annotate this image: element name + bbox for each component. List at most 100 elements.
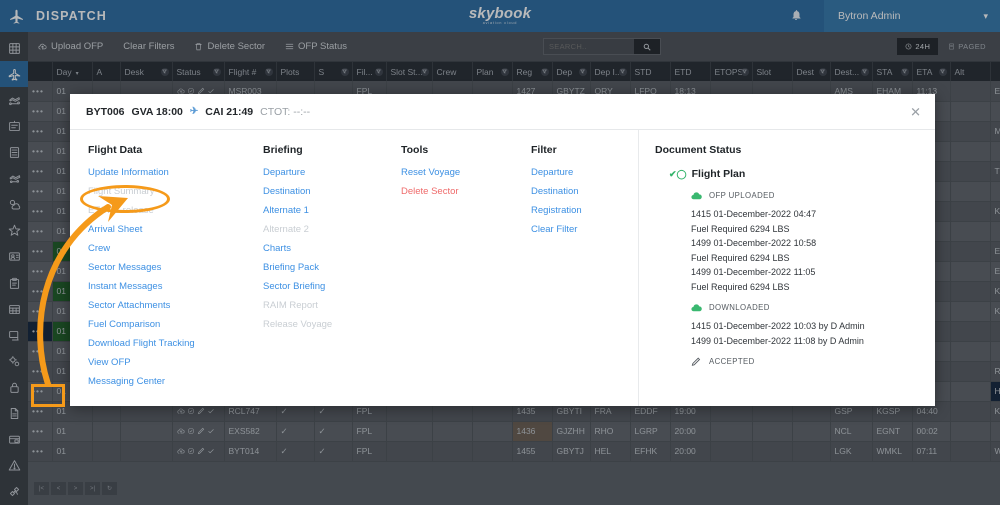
row-context-menu-dots[interactable]: ••• — [28, 321, 53, 342]
pill-24h[interactable]: 24H — [897, 38, 939, 55]
row-context-menu-dots[interactable]: ••• — [28, 201, 53, 222]
modal-link-instant-messages[interactable]: Instant Messages — [88, 281, 162, 292]
bell-icon[interactable] — [790, 9, 802, 24]
modal-link-alternate-1[interactable]: Alternate 1 — [263, 205, 309, 216]
column-header-blank-0[interactable] — [28, 62, 53, 81]
row-context-menu-dots[interactable]: ••• — [28, 281, 53, 302]
column-header-plots[interactable]: Plots — [276, 62, 315, 81]
column-header-dep-i-[interactable]: Dep I... — [590, 62, 631, 81]
left-nav-rail[interactable] — [0, 32, 28, 505]
column-header-dest-[interactable]: Dest... — [830, 62, 873, 81]
modal-link-crew[interactable]: Crew — [88, 243, 110, 254]
table-row[interactable]: ••• 01 BYT014 ✓ ✓ FPL 1455 GBYTJ HEL EFHK 20:00 LGK… — [28, 441, 1000, 462]
rail-item-flight-board[interactable] — [0, 113, 28, 139]
filter-icon[interactable] — [160, 67, 169, 76]
row-context-menu-dots[interactable]: ••• — [28, 141, 53, 162]
column-header-flight-[interactable]: Flight # — [224, 62, 277, 81]
rail-item-flight-plan[interactable] — [0, 166, 28, 192]
pager-button[interactable]: |< — [34, 482, 49, 495]
search-input[interactable] — [544, 39, 634, 54]
row-context-menu-dots[interactable]: ••• — [28, 261, 53, 282]
row-context-menu-dots[interactable]: ••• — [28, 361, 53, 382]
rail-item-archive[interactable] — [0, 427, 28, 453]
pagination-controls[interactable]: |< < > >| ↻ — [34, 482, 117, 495]
modal-link-sector-briefing[interactable]: Sector Briefing — [263, 281, 325, 292]
filter-icon[interactable] — [938, 67, 947, 76]
rail-item-list[interactable] — [0, 139, 28, 165]
filter-icon[interactable] — [374, 67, 383, 76]
row-context-menu-dots[interactable]: ••• — [28, 121, 53, 142]
modal-link-fuel-comparison[interactable]: Fuel Comparison — [88, 319, 160, 330]
filter-icon[interactable] — [540, 67, 549, 76]
column-header-alt[interactable]: Alt — [950, 62, 991, 81]
rail-item-airplane[interactable] — [0, 61, 28, 88]
search-box[interactable] — [543, 38, 661, 55]
modal-link-arrival-sheet[interactable]: Arrival Sheet — [88, 224, 142, 235]
filter-icon[interactable] — [900, 67, 909, 76]
modal-link-clear-filter[interactable]: Clear Filter — [531, 224, 577, 235]
row-context-menu-dots[interactable]: ••• — [28, 241, 53, 262]
toolbar-button-upload-ofp[interactable]: Upload OFP — [28, 32, 113, 62]
close-icon[interactable]: ✕ — [910, 105, 921, 118]
rail-item-grid[interactable] — [0, 35, 28, 61]
filter-icon[interactable] — [212, 67, 221, 76]
pager-button[interactable]: > — [68, 482, 83, 495]
row-context-menu-dots[interactable]: ••• — [28, 381, 53, 402]
column-header-day[interactable]: Day ▾ — [52, 62, 93, 81]
column-header-dest[interactable]: Dest — [792, 62, 831, 81]
modal-link-destination[interactable]: Destination — [263, 186, 311, 197]
filter-icon[interactable] — [818, 67, 827, 76]
pill-paged[interactable]: PAGED — [940, 38, 994, 55]
column-header-dep[interactable]: Dep — [552, 62, 591, 81]
modal-link-reset-voyage[interactable]: Reset Voyage — [401, 167, 460, 178]
row-context-menu-dots[interactable]: ••• — [28, 181, 53, 202]
rail-item-table[interactable] — [0, 296, 28, 322]
row-context-menu-dots[interactable]: ••• — [28, 81, 53, 102]
column-header-eta[interactable]: ETA — [912, 62, 951, 81]
column-header-etd[interactable]: ETD — [670, 62, 711, 81]
column-header-crew[interactable]: Crew — [432, 62, 473, 81]
row-context-menu-dots[interactable]: ••• — [28, 221, 53, 242]
rail-item-id-card[interactable] — [0, 244, 28, 270]
column-header-s[interactable]: S — [314, 62, 353, 81]
rail-item-satellite[interactable] — [0, 479, 28, 505]
column-header-std[interactable]: STD — [630, 62, 671, 81]
rail-item-document[interactable] — [0, 401, 28, 427]
column-header-status[interactable]: Status — [172, 62, 225, 81]
filter-icon[interactable] — [860, 67, 869, 76]
column-header-slot-st-[interactable]: Slot St... — [386, 62, 433, 81]
rail-item-lock[interactable] — [0, 374, 28, 400]
rail-item-settings[interactable] — [0, 348, 28, 374]
column-header-blank-24[interactable] — [990, 62, 1000, 81]
toolbar-button-delete-sector[interactable]: Delete Sector — [184, 32, 275, 62]
filter-icon[interactable] — [578, 67, 587, 76]
search-button[interactable] — [634, 39, 660, 54]
user-menu[interactable]: Bytron Admin ▾ — [824, 0, 1000, 32]
rail-item-warning[interactable] — [0, 453, 28, 479]
rail-item-monitor[interactable] — [0, 322, 28, 348]
modal-link-view-ofp[interactable]: View OFP — [88, 357, 131, 368]
column-header-sta[interactable]: STA — [872, 62, 913, 81]
rail-item-airplane-route[interactable] — [0, 87, 28, 113]
pager-button[interactable]: >| — [85, 482, 100, 495]
row-context-menu-dots[interactable]: ••• — [28, 421, 53, 442]
view-mode-pills[interactable]: 24H PAGED — [897, 38, 994, 55]
modal-link-briefing-pack[interactable]: Briefing Pack — [263, 262, 319, 273]
table-row[interactable]: ••• 01 EXS582 ✓ ✓ FPL 1436 GJZHH RHO LGRP 20:00 NCL… — [28, 421, 1000, 442]
modal-link-messaging-center[interactable]: Messaging Center — [88, 376, 165, 387]
modal-link-delete-sector[interactable]: Delete Sector — [401, 186, 459, 197]
modal-link-sector-attachments[interactable]: Sector Attachments — [88, 300, 170, 311]
filter-icon[interactable] — [340, 67, 349, 76]
column-header-a[interactable]: A — [92, 62, 121, 81]
row-context-menu-dots[interactable]: ••• — [28, 441, 53, 462]
pager-button[interactable]: < — [51, 482, 66, 495]
modal-link-update-information[interactable]: Update Information — [88, 167, 169, 178]
column-header-reg[interactable]: Reg — [512, 62, 553, 81]
toolbar-button-ofp-status[interactable]: OFP Status — [275, 32, 357, 62]
modal-link-registration[interactable]: Registration — [531, 205, 582, 216]
modal-link-sector-messages[interactable]: Sector Messages — [88, 262, 161, 273]
toolbar-button-clear-filters[interactable]: Clear Filters — [113, 32, 184, 62]
modal-link-destination[interactable]: Destination — [531, 186, 579, 197]
rail-item-pin[interactable] — [0, 218, 28, 244]
column-header-desk[interactable]: Desk — [120, 62, 173, 81]
